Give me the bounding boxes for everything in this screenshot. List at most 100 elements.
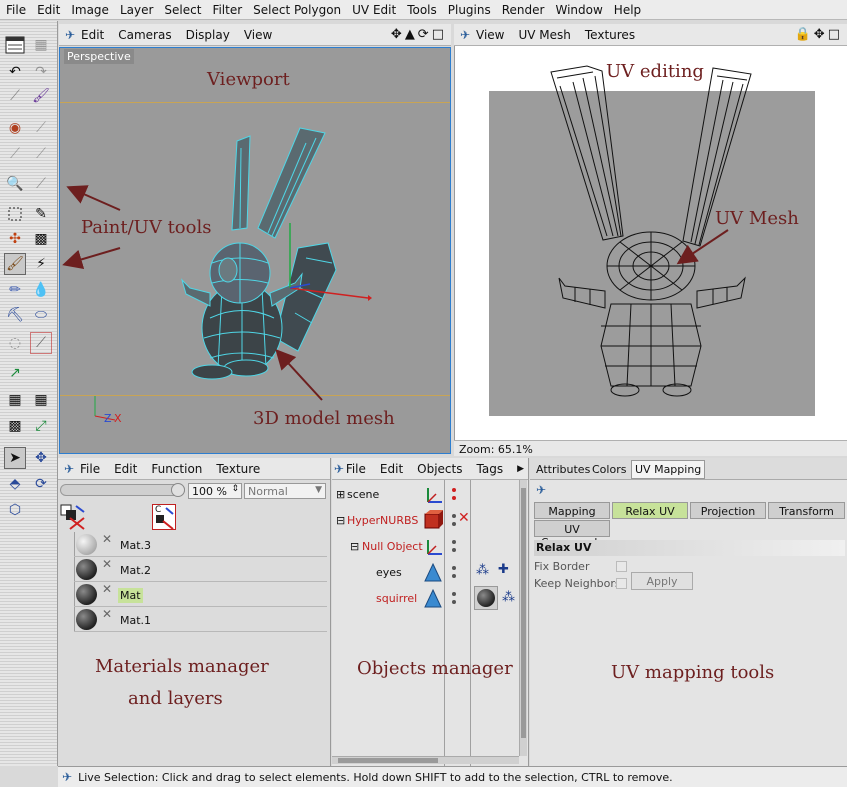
live-select-icon[interactable]: ➤ — [4, 447, 26, 469]
uv-menu-textures[interactable]: Textures — [585, 28, 635, 42]
horizontal-scrollbar[interactable] — [332, 756, 519, 764]
objects-menu-tags[interactable]: Tags — [477, 462, 504, 476]
layout-icon[interactable] — [4, 34, 26, 56]
menu-image[interactable]: Image — [71, 3, 109, 17]
eyedropper-icon[interactable]: 💧 — [30, 279, 52, 301]
pin-icon[interactable]: ✈ — [454, 28, 476, 42]
collapse-icon[interactable]: ⊟ — [350, 540, 359, 553]
apply-button[interactable]: Apply — [631, 572, 693, 590]
transform-icon[interactable]: ✣ — [4, 228, 26, 250]
render-dot[interactable] — [452, 600, 456, 604]
tab-uv-commands[interactable]: UV Commands — [534, 520, 610, 549]
materials-menu-function[interactable]: Function — [151, 462, 202, 476]
brush-palette-icon[interactable]: 🖌 — [30, 85, 52, 107]
expand-icon[interactable]: ⊞ — [336, 488, 345, 501]
undo-icon[interactable]: ↶ — [4, 61, 26, 83]
materials-menu-edit[interactable]: Edit — [114, 462, 137, 476]
object-row-hypernurbs[interactable]: ⊟ HyperNURBS ✕ — [332, 508, 527, 533]
tab-projection[interactable]: Projection — [690, 502, 766, 519]
viewport-menu-display[interactable]: Display — [186, 28, 230, 42]
materials-menu-texture[interactable]: Texture — [216, 462, 260, 476]
menu-filter[interactable]: Filter — [212, 3, 242, 17]
object-name[interactable]: eyes — [376, 566, 402, 579]
opacity-field[interactable]: 100 % ⇕ — [188, 483, 242, 499]
close-icon[interactable]: ✕ — [102, 557, 112, 571]
collapse-icon[interactable]: ⊟ — [336, 514, 345, 527]
uv-menu-uv-mesh[interactable]: UV Mesh — [518, 28, 570, 42]
viewport-menu-view[interactable]: View — [244, 28, 272, 42]
menu-render[interactable]: Render — [502, 3, 545, 17]
uv-move-icon[interactable]: ⤢ — [30, 415, 52, 437]
brush-icon[interactable]: 🖌 — [4, 253, 26, 275]
blur-icon[interactable]: ⟋ — [30, 143, 52, 165]
grid-icon[interactable]: ▦ — [30, 34, 52, 56]
render-dot[interactable] — [452, 496, 456, 500]
fix-border-checkbox[interactable] — [616, 561, 627, 572]
menu-select-polygon[interactable]: Select Polygon — [253, 3, 341, 17]
material-name[interactable]: Mat.2 — [118, 563, 153, 578]
pin-icon[interactable]: ✈ — [58, 462, 80, 476]
fill-icon[interactable]: ⛏ — [4, 304, 26, 326]
render-dot[interactable] — [452, 548, 456, 552]
object-icon[interactable]: ⬡ — [4, 499, 26, 521]
smear-icon[interactable]: ⟋ — [30, 117, 52, 139]
color-palette-icon[interactable]: ◉ — [4, 117, 26, 139]
uv-grid-alt-icon[interactable]: ▦ — [30, 389, 52, 411]
pin-icon[interactable]: ✈ — [332, 462, 346, 476]
material-row-mat[interactable]: ✕ Mat — [74, 582, 327, 607]
menu-uv-edit[interactable]: UV Edit — [352, 3, 396, 17]
menu-file[interactable]: File — [6, 3, 26, 17]
material-name[interactable]: Mat.3 — [118, 538, 153, 553]
scale-icon[interactable]: ⬘ — [4, 473, 26, 495]
opacity-slider[interactable] — [60, 483, 185, 497]
paint-stroke-icon[interactable]: ⟋ — [4, 85, 26, 107]
chevron-right-icon[interactable]: ▶ — [517, 464, 524, 474]
menu-edit[interactable]: Edit — [37, 3, 60, 17]
uv-grid-icon[interactable]: ▦ — [4, 389, 26, 411]
pencil-icon[interactable]: ✏ — [4, 279, 26, 301]
menu-select[interactable]: Select — [164, 3, 201, 17]
texture-tag-icon[interactable]: ⁂ — [476, 563, 489, 578]
object-name[interactable]: scene — [347, 488, 379, 501]
object-row-scene[interactable]: ⊞ scene — [332, 482, 527, 507]
uvw-tag-icon[interactable]: ✚ — [498, 562, 509, 577]
visibility-dot[interactable] — [452, 566, 456, 570]
tab-mapping[interactable]: Mapping — [534, 502, 610, 519]
material-row-mat2[interactable]: ✕ Mat.2 — [74, 557, 327, 582]
viewport[interactable]: Perspective Z X — [59, 47, 451, 454]
clone-icon[interactable]: ⟋ — [4, 143, 26, 165]
material-name[interactable]: Mat — [118, 588, 143, 603]
menu-tools[interactable]: Tools — [407, 3, 437, 17]
rotate-icon[interactable]: ⟳ — [30, 473, 52, 495]
pen-icon[interactable]: ✎ — [30, 203, 52, 225]
visibility-dot[interactable] — [452, 540, 456, 544]
close-icon[interactable]: ✕ — [102, 607, 112, 621]
objects-menu-objects[interactable]: Objects — [417, 462, 462, 476]
pin-icon[interactable]: ✈ — [62, 770, 72, 784]
material-preview[interactable] — [76, 559, 97, 580]
menu-layer[interactable]: Layer — [120, 3, 153, 17]
uv-nav-icons[interactable]: 🔒✥□ — [795, 27, 843, 42]
object-row-eyes[interactable]: eyes ⁂ ✚ — [332, 560, 527, 585]
pin-icon[interactable]: ✈ — [59, 28, 81, 42]
material-name[interactable]: Mat.1 — [118, 613, 153, 628]
material-preview[interactable] — [76, 584, 97, 605]
scrollbar-thumb[interactable] — [338, 758, 438, 763]
keep-neighbors-checkbox[interactable] — [616, 578, 627, 589]
layer-color-icon[interactable]: C — [152, 504, 176, 530]
wand-icon[interactable]: ⚡ — [30, 253, 52, 275]
material-row-mat3[interactable]: ✕ Mat.3 — [74, 532, 327, 557]
material-preview[interactable] — [76, 534, 97, 555]
move-view-icon[interactable]: ⟋ — [30, 173, 52, 195]
uv-stretch-icon[interactable]: ⟋ — [30, 332, 52, 354]
tab-relax-uv[interactable]: Relax UV — [612, 502, 688, 519]
viewport-nav-icons[interactable]: ✥▲⟳□ — [391, 27, 447, 42]
tab-colors[interactable]: Colors — [592, 463, 626, 476]
uv-menu-view[interactable]: View — [476, 28, 504, 42]
visibility-dot[interactable] — [452, 592, 456, 596]
object-name[interactable]: HyperNURBS — [347, 514, 418, 527]
lasso-icon[interactable]: ◌ — [4, 332, 26, 354]
checker-icon[interactable]: ▩ — [30, 228, 52, 250]
slider-knob[interactable] — [171, 483, 185, 497]
material-preview[interactable] — [76, 609, 97, 630]
